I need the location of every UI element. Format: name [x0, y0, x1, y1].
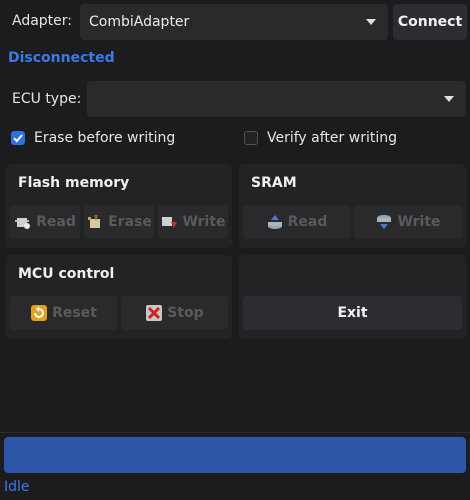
sram-title: SRAM	[251, 175, 297, 191]
progress-fill	[4, 437, 466, 473]
mcu-control-title: MCU control	[18, 266, 115, 282]
ecu-type-label: ECU type:	[12, 91, 82, 107]
sram-write-icon	[377, 215, 392, 229]
checkbox-checked-icon	[11, 131, 25, 145]
sram-read-button[interactable]: Read	[243, 205, 350, 239]
ecu-type-select[interactable]	[87, 81, 466, 117]
connect-button[interactable]: Connect	[393, 4, 467, 40]
flash-memory-title: Flash memory	[18, 175, 130, 191]
mcu-reset-button[interactable]: Reset	[10, 296, 117, 330]
adapter-select[interactable]: CombiAdapter	[80, 4, 388, 40]
verify-after-writing-label: Verify after writing	[267, 130, 397, 146]
mcu-stop-button[interactable]: Stop	[121, 296, 228, 330]
adapter-select-value: CombiAdapter	[89, 14, 190, 30]
progress-bar	[4, 437, 466, 473]
exit-button[interactable]: Exit	[243, 296, 462, 330]
chevron-down-icon	[366, 19, 376, 25]
mcu-stop-label: Stop	[167, 305, 204, 321]
verify-after-writing-checkbox[interactable]: Verify after writing	[244, 130, 397, 146]
divider	[0, 432, 470, 433]
flash-write-button[interactable]: Write	[158, 205, 228, 239]
chip-write-icon	[162, 217, 178, 228]
sram-write-label: Write	[397, 214, 441, 230]
status-text: Idle	[4, 479, 30, 495]
flash-read-button[interactable]: Read	[10, 205, 80, 239]
sram-read-icon	[267, 215, 282, 229]
flash-erase-button[interactable]: Erase	[84, 205, 154, 239]
erase-before-writing-checkbox[interactable]: Erase before writing	[11, 130, 175, 146]
chip-read-icon	[15, 218, 31, 229]
flash-read-label: Read	[36, 214, 76, 230]
sram-read-label: Read	[287, 214, 328, 230]
flash-write-label: Write	[182, 214, 226, 230]
chip-erase-icon	[88, 215, 101, 228]
stop-icon	[146, 305, 163, 321]
reset-icon	[31, 305, 48, 321]
erase-before-writing-label: Erase before writing	[34, 130, 176, 146]
checkbox-unchecked-icon	[244, 131, 258, 145]
chevron-down-icon	[444, 96, 454, 102]
mcu-reset-label: Reset	[52, 305, 97, 321]
flash-erase-label: Erase	[108, 214, 152, 230]
connection-status: Disconnected	[8, 50, 115, 66]
adapter-label: Adapter:	[12, 13, 73, 29]
sram-write-button[interactable]: Write	[354, 205, 462, 239]
